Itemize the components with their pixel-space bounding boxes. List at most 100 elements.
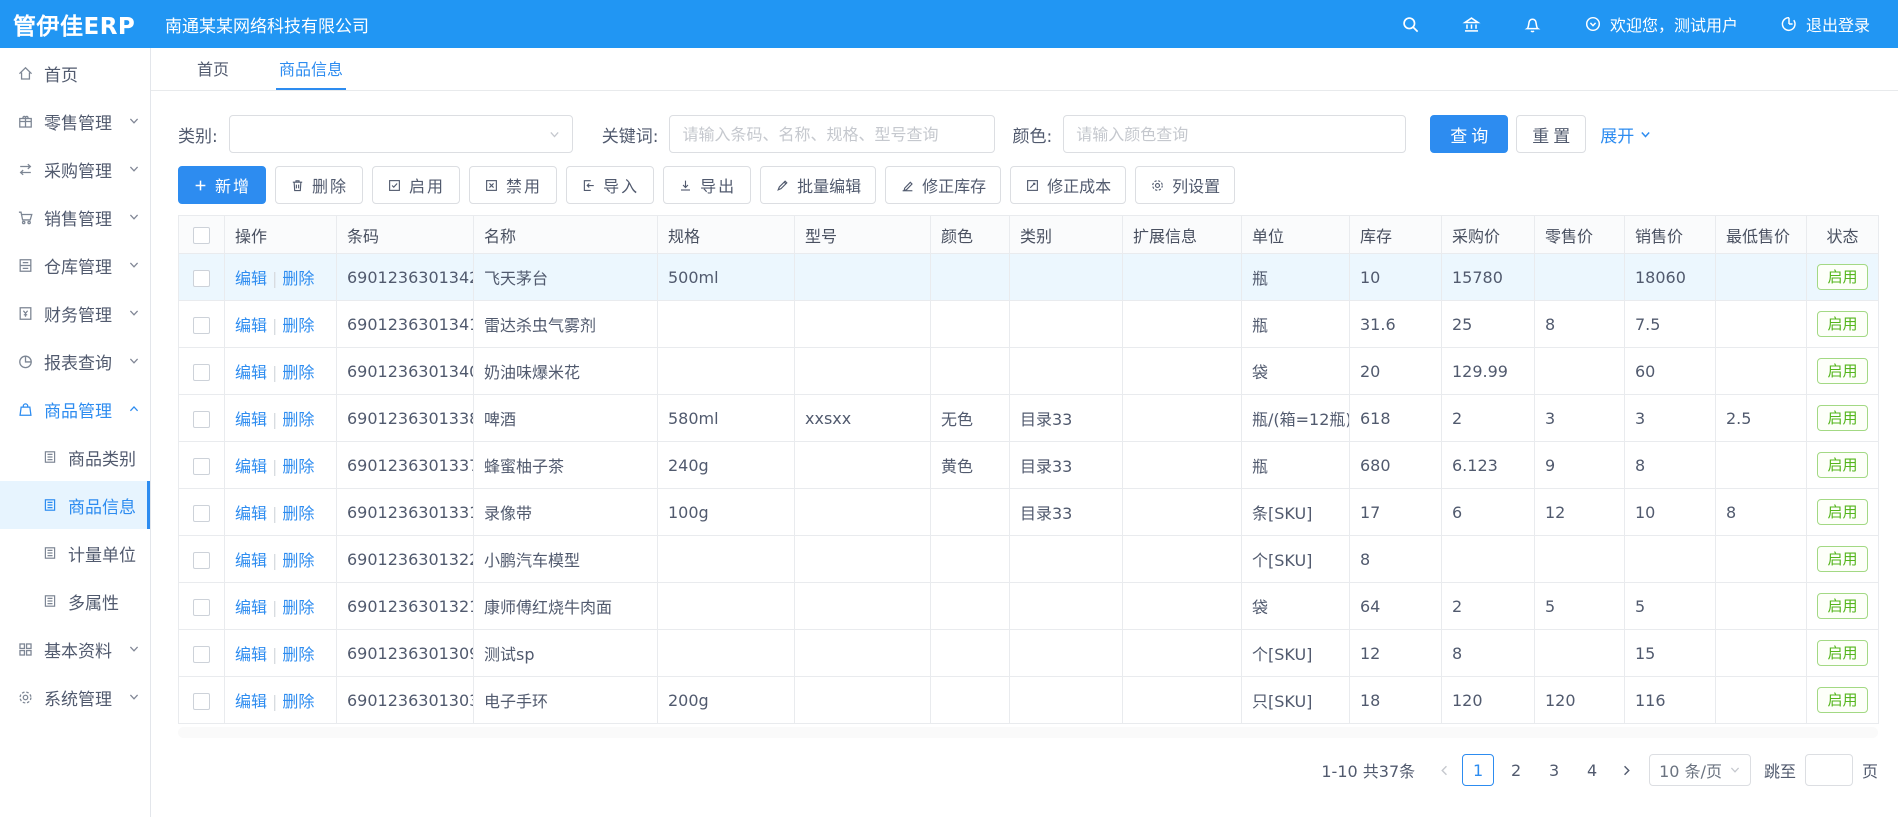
sidebar-item-finance[interactable]: 财务管理 [0, 289, 150, 337]
link-separator: | [272, 410, 277, 429]
user-menu[interactable]: 欢迎您，测试用户 [1584, 12, 1738, 36]
sidebar-item-report[interactable]: 报表查询 [0, 337, 150, 385]
table-row: 编辑|删除6901236301338啤酒580mlxxsxx无色目录33瓶/(箱… [179, 395, 1879, 442]
edit-link[interactable]: 编辑 [235, 504, 267, 523]
chevron-down-icon [128, 307, 140, 319]
jump-to-input[interactable] [1805, 754, 1853, 786]
page-button-2[interactable]: 2 [1500, 754, 1532, 786]
color-input[interactable] [1063, 115, 1406, 153]
sidebar-item-home[interactable]: 首页 [0, 49, 150, 97]
sidebar-item-measure-unit[interactable]: 计量单位 [0, 529, 150, 577]
prev-page-button[interactable] [1429, 754, 1459, 786]
fix-stock-button[interactable]: 修正库存 [885, 166, 1001, 204]
row-checkbox[interactable] [193, 411, 210, 428]
cell-select [179, 677, 225, 724]
row-checkbox[interactable] [193, 693, 210, 710]
sidebar-item-retail[interactable]: 零售管理 [0, 97, 150, 145]
page-size-select[interactable]: 10 条/页 [1649, 754, 1751, 786]
batch-edit-button[interactable]: 批量编辑 [760, 166, 876, 204]
cell-sale_price: 3 [1625, 395, 1716, 442]
delete-link[interactable]: 删除 [282, 645, 314, 664]
sidebar-item-product-info[interactable]: 商品信息 [0, 481, 150, 529]
cell-name: 康师傅红烧牛肉面 [474, 583, 658, 630]
keyword-input[interactable] [669, 115, 995, 153]
category-select[interactable] [229, 115, 573, 153]
fix-cost-button[interactable]: 修正成本 [1010, 166, 1126, 204]
bank-icon[interactable] [1462, 15, 1481, 34]
cell-color [931, 489, 1010, 536]
row-checkbox[interactable] [193, 364, 210, 381]
status-badge: 启用 [1817, 358, 1867, 384]
table-row: 编辑|删除6901236301337蜂蜜柚子茶240g黄色目录33瓶6806.1… [179, 442, 1879, 489]
row-checkbox[interactable] [193, 505, 210, 522]
cell-name: 啤酒 [474, 395, 658, 442]
sidebar-item-product[interactable]: 商品管理 [0, 385, 150, 433]
delete-link[interactable]: 删除 [282, 316, 314, 335]
edit-link[interactable]: 编辑 [235, 269, 267, 288]
select-all-checkbox[interactable] [193, 227, 210, 244]
import-button[interactable]: 导入 [566, 166, 654, 204]
import-button-label: 导入 [603, 173, 639, 197]
row-checkbox[interactable] [193, 270, 210, 287]
export-button-label: 导出 [700, 173, 736, 197]
row-checkbox[interactable] [193, 458, 210, 475]
link-separator: | [272, 551, 277, 570]
enable-button[interactable]: 启用 [372, 166, 460, 204]
horizontal-scrollbar[interactable] [178, 727, 1878, 738]
add-button[interactable]: 新增 [178, 166, 266, 204]
category-label: 类别: [178, 122, 218, 147]
cell-spec: 200g [658, 677, 795, 724]
sidebar-item-basic-data[interactable]: 基本资料 [0, 625, 150, 673]
status-badge: 启用 [1817, 452, 1867, 478]
edit-link[interactable]: 编辑 [235, 363, 267, 382]
bell-icon[interactable] [1523, 15, 1542, 34]
search-button[interactable]: 查询 [1430, 115, 1508, 153]
delete-link[interactable]: 删除 [282, 269, 314, 288]
edit-link[interactable]: 编辑 [235, 457, 267, 476]
page-button-1[interactable]: 1 [1462, 754, 1494, 786]
page-button-4[interactable]: 4 [1576, 754, 1608, 786]
pagination: 1-10 共37条123410 条/页跳至页 [178, 754, 1878, 786]
expand-toggle[interactable]: 展开 [1600, 122, 1652, 147]
sidebar-item-purchase[interactable]: 采购管理 [0, 145, 150, 193]
cell-status: 启用 [1807, 301, 1879, 348]
next-page-button[interactable] [1611, 754, 1641, 786]
sidebar-item-multi-attribute[interactable]: 多属性 [0, 577, 150, 625]
edit-link[interactable]: 编辑 [235, 692, 267, 711]
sidebar: 首页零售管理采购管理销售管理仓库管理财务管理报表查询商品管理商品类别商品信息计量… [0, 48, 151, 817]
row-checkbox[interactable] [193, 552, 210, 569]
table-row: 编辑|删除6901236301340奶油味爆米花袋20129.9960启用 [179, 348, 1879, 395]
row-checkbox[interactable] [193, 599, 210, 616]
page-button-3[interactable]: 3 [1538, 754, 1570, 786]
cell-actions: 编辑|删除 [225, 677, 337, 724]
sidebar-item-sales[interactable]: 销售管理 [0, 193, 150, 241]
delete-link[interactable]: 删除 [282, 504, 314, 523]
export-button[interactable]: 导出 [663, 166, 751, 204]
edit-link[interactable]: 编辑 [235, 598, 267, 617]
cell-retail_price: 12 [1535, 489, 1625, 536]
tab-product-info[interactable]: 商品信息 [276, 48, 346, 90]
edit-link[interactable]: 编辑 [235, 316, 267, 335]
delete-button[interactable]: 删除 [275, 166, 363, 204]
reset-button[interactable]: 重置 [1516, 115, 1586, 153]
row-checkbox[interactable] [193, 646, 210, 663]
edit-link[interactable]: 编辑 [235, 410, 267, 429]
sidebar-item-warehouse[interactable]: 仓库管理 [0, 241, 150, 289]
column-settings-button[interactable]: 列设置 [1135, 166, 1235, 204]
sidebar-item-system[interactable]: 系统管理 [0, 673, 150, 721]
search-icon[interactable] [1401, 15, 1420, 34]
row-checkbox[interactable] [193, 317, 210, 334]
delete-link[interactable]: 删除 [282, 410, 314, 429]
tab-home[interactable]: 首页 [194, 48, 232, 90]
delete-link[interactable]: 删除 [282, 457, 314, 476]
logout-button[interactable]: 退出登录 [1780, 12, 1870, 36]
sidebar-item-product-category[interactable]: 商品类别 [0, 433, 150, 481]
delete-link[interactable]: 删除 [282, 692, 314, 711]
disable-button[interactable]: 禁用 [469, 166, 557, 204]
delete-link[interactable]: 删除 [282, 551, 314, 570]
edit-link[interactable]: 编辑 [235, 551, 267, 570]
edit-link[interactable]: 编辑 [235, 645, 267, 664]
status-badge: 启用 [1817, 640, 1867, 666]
delete-link[interactable]: 删除 [282, 598, 314, 617]
delete-link[interactable]: 删除 [282, 363, 314, 382]
